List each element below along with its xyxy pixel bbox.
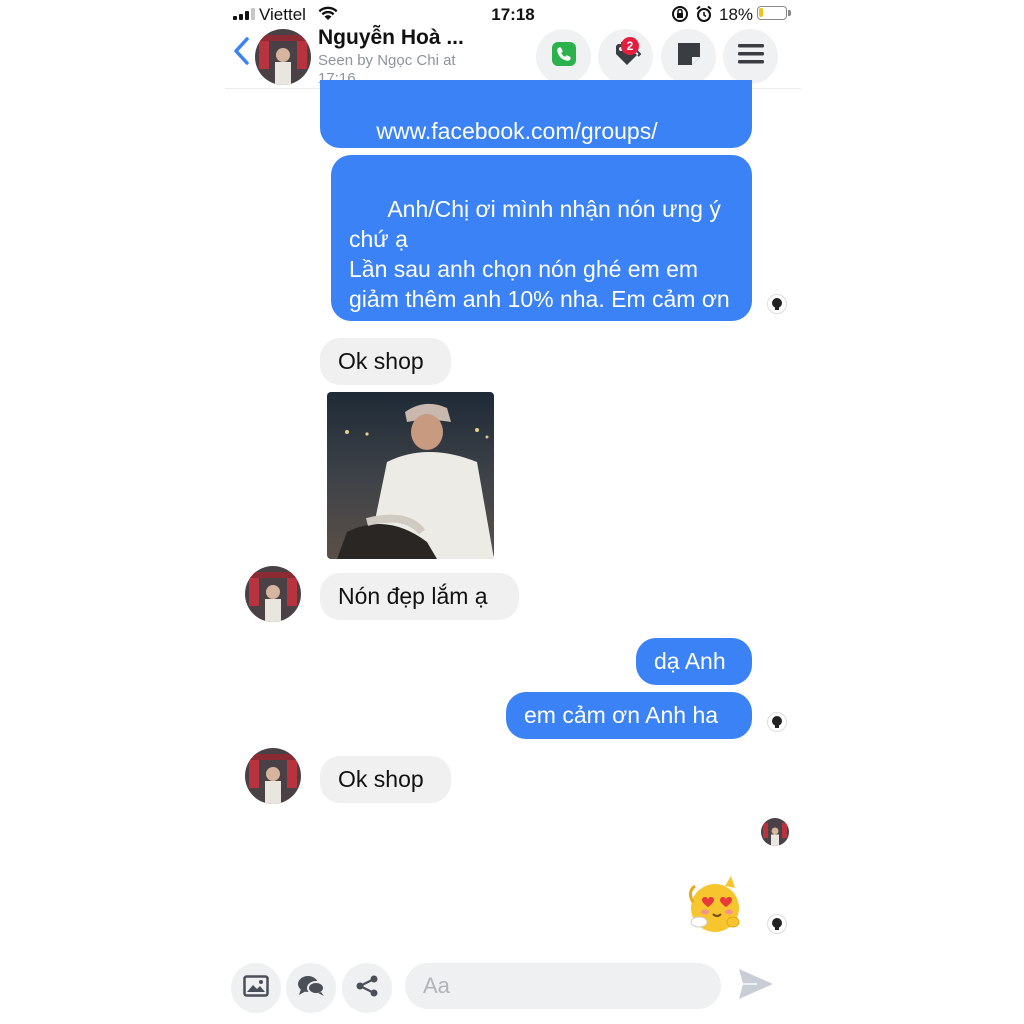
sender-avatar[interactable] [245,748,301,804]
note-icon [676,41,702,72]
message-text: Anh/Chị ơi mình nhận nón ưng ý chứ ạ Lần… [349,196,730,342]
tag-count-badge: 2 [621,37,639,55]
message-text: em cảm ơn Anh ha [524,702,719,728]
message-text: Ok shop [338,348,424,374]
outgoing-message[interactable]: dạ Anh [636,638,752,685]
contact-name[interactable]: Nguyễn Hoà ... [318,26,464,50]
incoming-message[interactable]: Ok shop [320,338,451,385]
image-icon [243,974,269,1002]
share-button[interactable] [342,963,392,1013]
message-text: Ok shop [338,766,424,792]
sender-avatar[interactable] [245,566,301,622]
incoming-message[interactable]: Nón đẹp lắm ạ [320,573,519,620]
hamburger-menu-icon [737,43,764,70]
incoming-message[interactable]: Ok shop [320,756,451,803]
message-text: Nón đẹp lắm ạ [338,583,488,609]
back-chevron-icon[interactable] [231,36,251,71]
read-receipt-avatar [761,818,789,846]
message-input[interactable] [405,963,721,1009]
sticker-heart-eyes-icon[interactable] [685,872,745,934]
seen-receipt-avatar [767,914,787,934]
call-button[interactable] [536,29,591,84]
incoming-photo[interactable] [327,392,494,559]
tags-button[interactable]: 2 [598,29,653,84]
send-button[interactable] [737,966,775,1007]
chat-bubbles-icon [297,974,325,1003]
send-arrow-icon [737,969,775,1006]
battery-icon [757,6,787,20]
orientation-lock-icon [671,5,689,28]
status-time: 17:18 [491,5,535,24]
message-text: dạ Anh [654,648,726,674]
share-icon [355,974,379,1003]
phone-icon [551,41,577,72]
notes-button[interactable] [661,29,716,84]
battery-percent: 18% [719,5,754,24]
outgoing-message[interactable]: Anh/Chị ơi mình nhận nón ưng ý chứ ạ Lần… [331,155,752,342]
outgoing-message[interactable]: www.facebook.com/groups/ 425962105418710 [320,80,752,174]
seen-receipt-avatar [767,294,787,314]
seen-receipt-avatar [767,712,787,732]
status-bar: Viettel 17:18 18% [225,0,801,28]
messenger-screen: Viettel 17:18 18% Nguyễn Hoà ... Seen by… [225,0,801,1024]
contact-avatar[interactable] [255,29,311,85]
alarm-icon [695,5,713,28]
menu-button[interactable] [723,29,778,84]
battery-tip [788,10,791,16]
outgoing-message[interactable]: em cảm ơn Anh ha [506,692,752,739]
saved-replies-button[interactable] [286,963,336,1013]
gallery-button[interactable] [231,963,281,1013]
